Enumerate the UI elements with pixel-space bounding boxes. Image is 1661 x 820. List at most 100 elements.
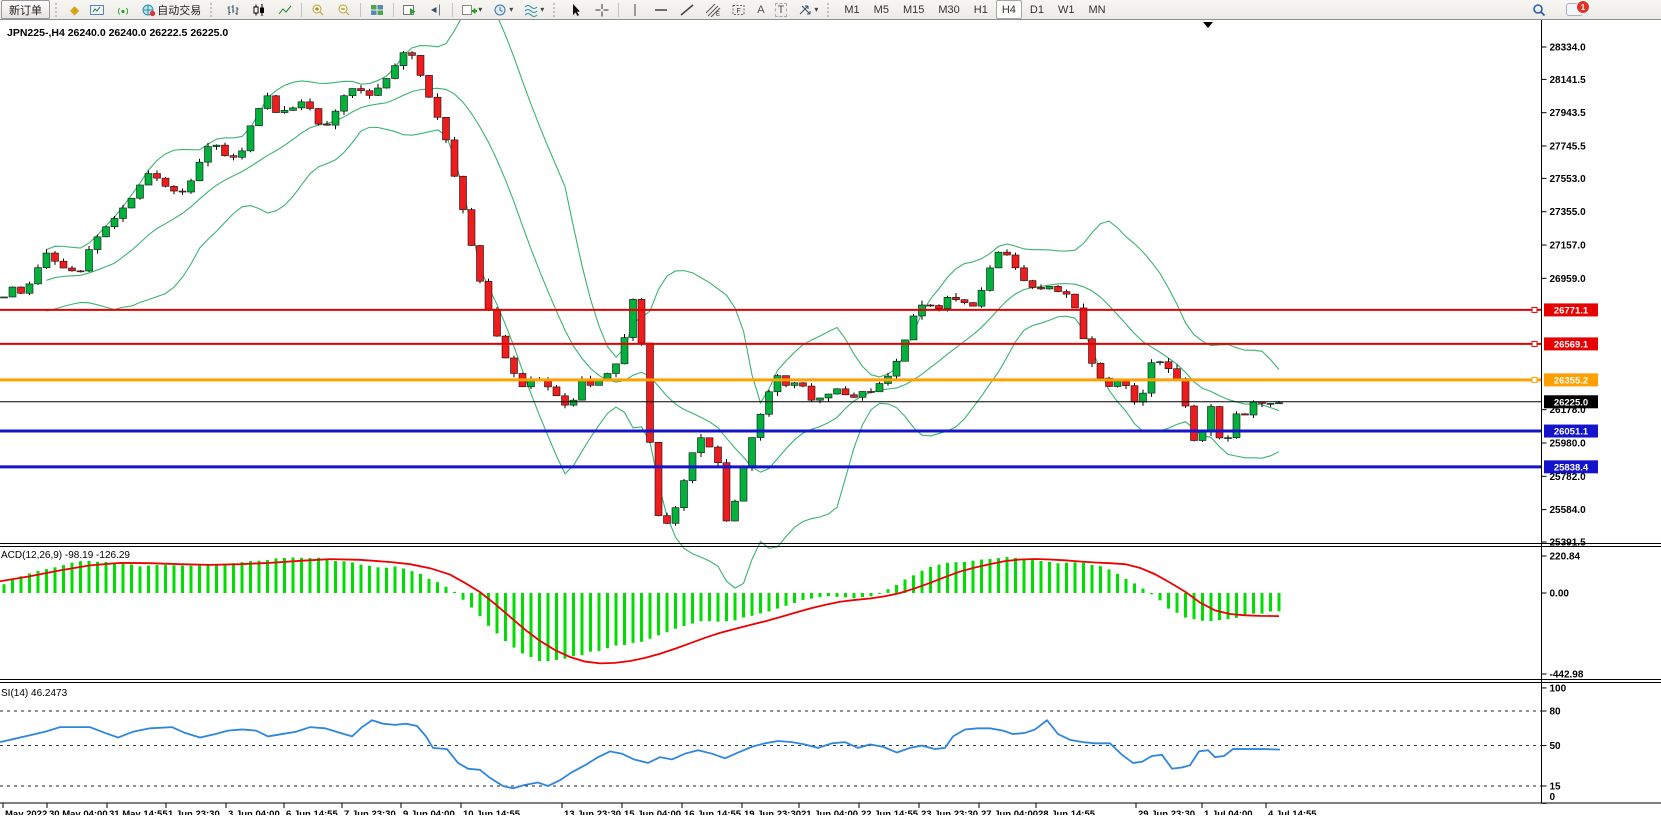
- globe-icon: [141, 3, 157, 17]
- auto-scroll-button[interactable]: [398, 0, 422, 19]
- templates-button[interactable]: ▾: [519, 0, 548, 19]
- time-label: 1 Jun 23:30: [168, 809, 220, 815]
- timeframe-button-m5[interactable]: M5: [868, 0, 895, 19]
- level-anchor[interactable]: [1532, 341, 1537, 346]
- vertical-line-tool-button[interactable]: [623, 0, 647, 19]
- time-label: 10 Jun 14:55: [463, 809, 521, 815]
- fibonacci-icon: E: [705, 3, 721, 17]
- chart-canvas[interactable]: 28334.028141.527943.527745.527553.027355…: [0, 20, 1661, 815]
- horizontal-line-icon: [653, 3, 669, 17]
- level-price-label: 26225.0: [1554, 397, 1588, 408]
- candlestick-icon: [251, 3, 267, 17]
- cursor-button[interactable]: [564, 0, 588, 19]
- new-order-button[interactable]: 新订单: [1, 0, 50, 19]
- macd-tick-label: 0.00: [1550, 589, 1570, 600]
- level-price-label: 26051.1: [1554, 427, 1589, 438]
- timeframe-button-h4[interactable]: H4: [996, 0, 1022, 19]
- candle-chart-mode-button[interactable]: [247, 0, 271, 19]
- price-tick-label: 25584.0: [1550, 505, 1587, 516]
- auto-trading-button[interactable]: 自动交易: [137, 0, 205, 19]
- line-chart-icon: [277, 3, 293, 17]
- diamond-icon: ◆: [70, 4, 79, 16]
- arrows-tool-button[interactable]: ▾: [793, 0, 822, 19]
- periods-button[interactable]: ▾: [488, 0, 517, 19]
- search-button[interactable]: [1527, 0, 1551, 19]
- toolbar-separator: [393, 3, 394, 17]
- price-tick-label: 25782.0: [1550, 472, 1587, 483]
- fibonacci-tool-button[interactable]: E: [701, 0, 725, 19]
- level-price-label: 26771.1: [1554, 305, 1589, 316]
- label-tool-button[interactable]: T: [771, 0, 792, 19]
- zoom-in-button[interactable]: [306, 0, 330, 19]
- toolbar-right-icons: 1: [1526, 0, 1583, 19]
- toolbar-separator: [452, 3, 453, 17]
- channel-tool-button[interactable]: F: [727, 0, 751, 19]
- label-tool-icon: T: [775, 3, 788, 17]
- template-icon: [523, 3, 539, 17]
- time-axis[interactable]: May 202230 May 04:0031 May 14:551 Jun 23…: [3, 803, 1317, 815]
- main-toolbar: 新订单 ◆ 自动交易 ▾ ▾: [0, 0, 1661, 20]
- zoom-out-button[interactable]: [332, 0, 356, 19]
- time-label: 6 Jun 14:55: [286, 809, 338, 815]
- bollinger-bands-layer: [47, 20, 1280, 588]
- chart-shift-button[interactable]: [424, 0, 448, 19]
- trendline-icon: [679, 3, 695, 17]
- tile-windows-icon: [369, 3, 385, 17]
- price-tick-label: 28141.5: [1550, 75, 1587, 86]
- new-chart-button[interactable]: [85, 0, 109, 19]
- timeframe-button-d1[interactable]: D1: [1024, 0, 1050, 19]
- price-tick-label: 28334.0: [1550, 43, 1587, 54]
- chart-area[interactable]: 28334.028141.527943.527745.527553.027355…: [0, 20, 1661, 815]
- trendline-tool-button[interactable]: [675, 0, 699, 19]
- time-label: 15 Jun 04:00: [624, 809, 681, 815]
- bar-chart-mode-button[interactable]: [221, 0, 245, 19]
- time-label: 28 Jun 14:55: [1038, 809, 1096, 815]
- macd-tick-label: -442.98: [1550, 670, 1584, 681]
- time-label: 21 Jun 04:00: [801, 809, 858, 815]
- add-indicator-icon: [461, 3, 477, 17]
- level-anchor[interactable]: [1532, 377, 1537, 382]
- time-label: 27 Jun 04:00: [981, 809, 1038, 815]
- rsi-tick-label: 0: [1550, 792, 1556, 803]
- level-anchor[interactable]: [1532, 307, 1537, 312]
- crosshair-button[interactable]: [590, 0, 614, 19]
- price-tick-label: 27745.5: [1550, 142, 1587, 153]
- vertical-line-icon: [627, 3, 643, 17]
- timeframe-button-mn[interactable]: MN: [1082, 0, 1111, 19]
- auto-scroll-icon: [402, 3, 418, 17]
- tile-windows-button[interactable]: [365, 0, 389, 19]
- market-watch-button[interactable]: ◆: [66, 0, 83, 19]
- macd-tick-label: 220.84: [1550, 552, 1581, 563]
- dropdown-caret-icon: ▾: [478, 5, 482, 14]
- indicators-button[interactable]: ▾: [457, 0, 486, 19]
- timeframe-button-h1[interactable]: H1: [968, 0, 994, 19]
- zoom-out-icon: [336, 3, 352, 17]
- svg-text:E: E: [716, 12, 720, 17]
- chat-button[interactable]: 1: [1566, 3, 1583, 16]
- signals-button[interactable]: [111, 0, 135, 19]
- price-level-lines: [0, 307, 1542, 466]
- horizontal-line-tool-button[interactable]: [649, 0, 673, 19]
- toolbar-grip: [210, 3, 218, 17]
- cursor-arrow-icon: [568, 3, 584, 17]
- scroll-end-marker[interactable]: [1203, 22, 1213, 28]
- timeframe-button-w1[interactable]: W1: [1052, 0, 1081, 19]
- timeframe-button-m15[interactable]: M15: [897, 0, 930, 19]
- dropdown-caret-icon: ▾: [509, 5, 513, 14]
- price-axis[interactable]: 28334.028141.527943.527745.527553.027355…: [1542, 43, 1599, 804]
- new-order-label: 新订单: [9, 2, 42, 18]
- macd-panel: [0, 557, 1281, 663]
- text-tool-button[interactable]: A: [753, 0, 768, 19]
- signal-icon: [115, 3, 131, 17]
- timeframe-button-m1[interactable]: M1: [838, 0, 865, 19]
- timeframe-button-m30[interactable]: M30: [932, 0, 965, 19]
- toolbar-separator: [360, 3, 361, 17]
- line-chart-mode-button[interactable]: [273, 0, 297, 19]
- rsi-tick-label: 15: [1550, 781, 1562, 792]
- clock-icon: [492, 3, 508, 17]
- rsi-tick-label: 100: [1550, 683, 1567, 694]
- macd-indicator-label: ACD(12,26,9) -98.19 -126.29: [1, 550, 130, 561]
- time-label: 19 Jun 23:30: [744, 809, 801, 815]
- svg-text:F: F: [737, 8, 741, 15]
- rsi-tick-label: 80: [1550, 706, 1562, 717]
